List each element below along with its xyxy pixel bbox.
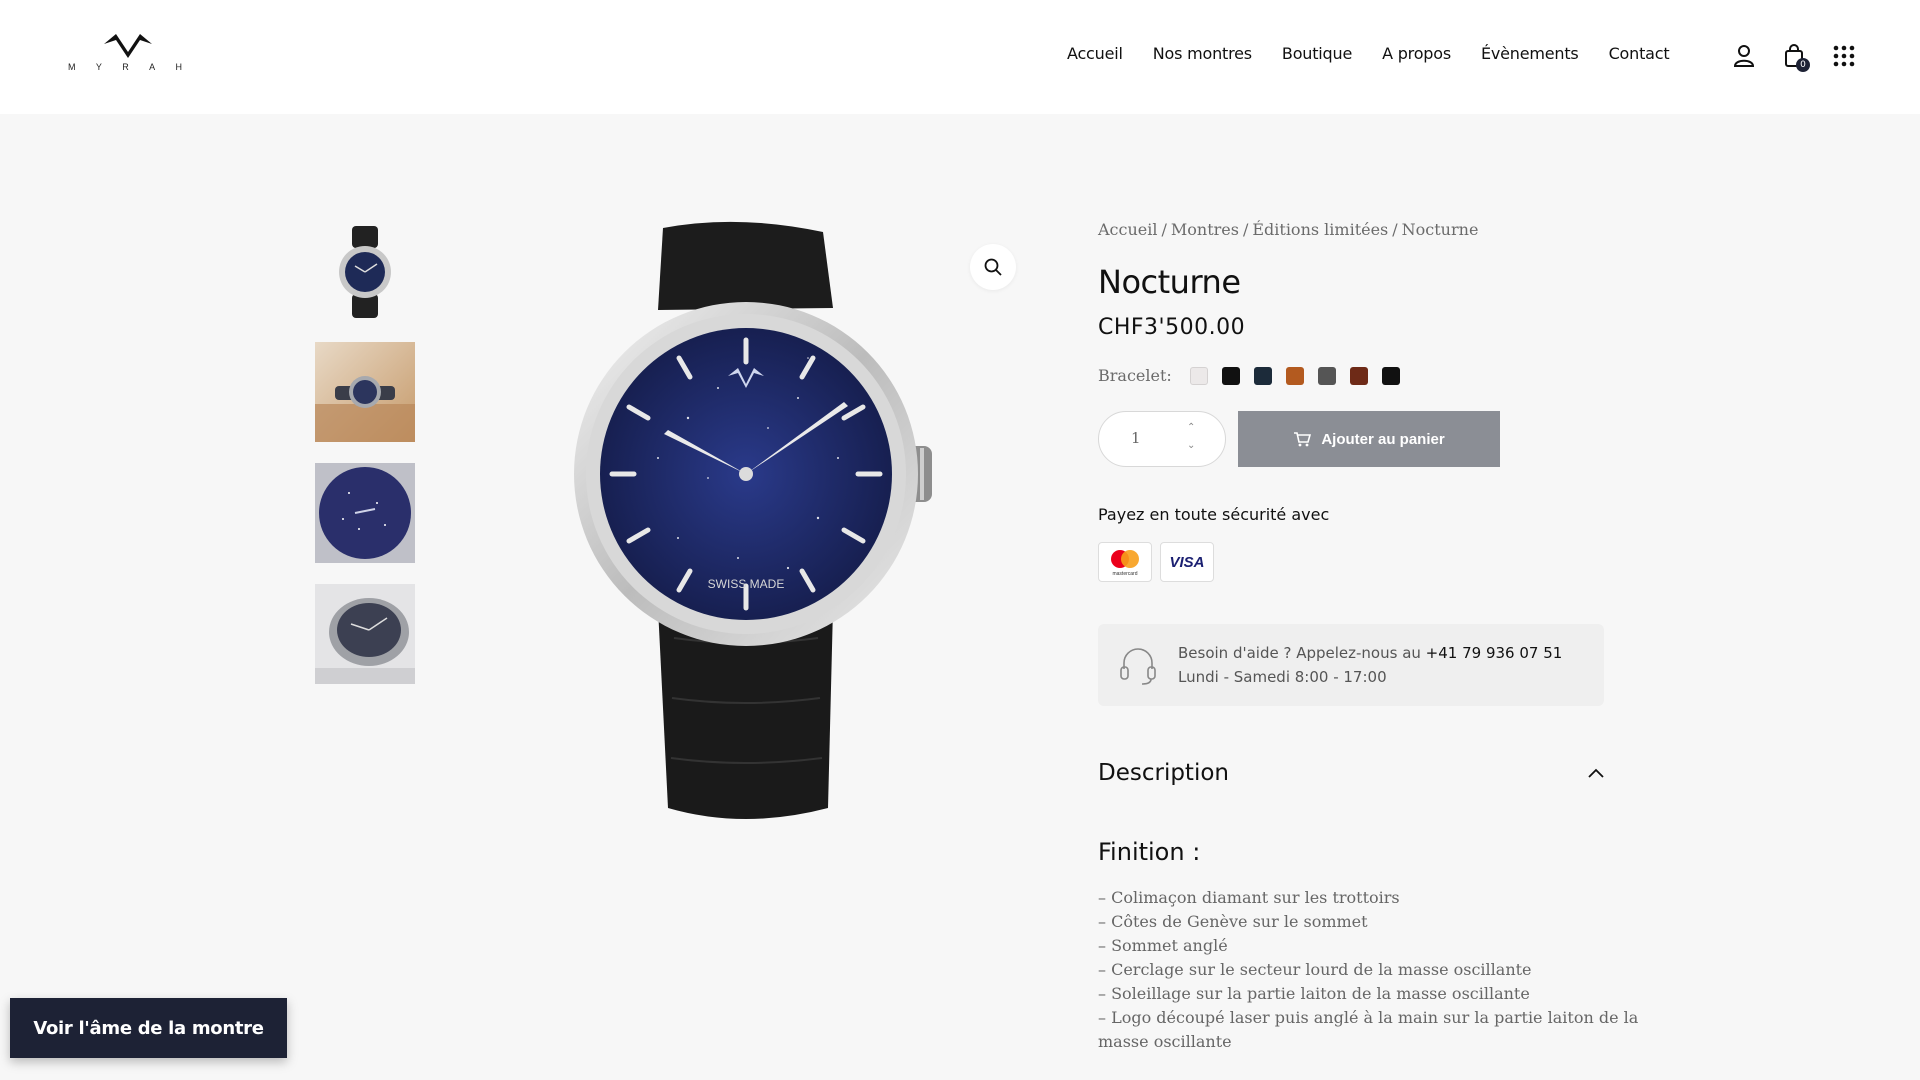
search-icon (984, 258, 1002, 276)
nav-a-propos[interactable]: A propos (1382, 44, 1451, 63)
quantity-value[interactable]: 1 (1131, 429, 1141, 447)
list-item: – Soleillage sur la partie laiton de la … (1098, 984, 1530, 1003)
help-hours: Lundi - Samedi 8:00 - 17:00 (1178, 668, 1387, 686)
cart-icon[interactable]: 0 (1780, 42, 1810, 72)
secure-payment-text: Payez en toute sécurité avec (1098, 505, 1330, 524)
breadcrumb-montres[interactable]: Montres (1171, 220, 1239, 239)
svg-text:mastercard: mastercard (1112, 571, 1137, 577)
swatch-option[interactable] (1189, 366, 1208, 385)
list-item: – Logo découpé laser puis anglé à la mai… (1098, 1008, 1639, 1027)
product-main-image[interactable]: SWISS MADE (488, 218, 1018, 838)
cart-count-badge: 0 (1796, 58, 1810, 72)
apps-grid-icon[interactable] (1830, 42, 1858, 70)
product-summary: Accueil / Montres / Éditions limitées / Noctur… (1098, 220, 1639, 1054)
swatch-option[interactable] (1285, 366, 1304, 385)
dial-swiss-made: SWISS MADE (708, 577, 785, 591)
swatch-label: Bracelet: (1098, 366, 1172, 385)
list-item: – Sommet anglé (1098, 936, 1228, 955)
breadcrumb: Accueil / Montres / Éditions limitées / Noctur… (1098, 220, 1479, 239)
help-box: Besoin d'aide ? Appelez-nous au +41 79 9… (1098, 624, 1604, 706)
headset-icon (1120, 648, 1156, 685)
list-item: masse oscillante (1098, 1032, 1232, 1051)
finition-heading: Finition : (1098, 838, 1201, 866)
thumbnail-watch-lifestyle[interactable] (315, 342, 415, 442)
logo-wordmark: MYRAH (68, 62, 184, 72)
nav-accueil[interactable]: Accueil (1067, 44, 1123, 63)
nav-boutique[interactable]: Boutique (1282, 44, 1352, 63)
add-to-cart-button[interactable]: Ajouter au panier (1238, 411, 1500, 467)
chevron-down-icon[interactable]: ⌄ (1187, 440, 1195, 452)
nav-contact[interactable]: Contact (1609, 44, 1670, 63)
bracelet-swatches: Bracelet: (1098, 366, 1604, 385)
visa-logo: VISA (1160, 542, 1214, 582)
nav-nos-montres[interactable]: Nos montres (1153, 44, 1252, 63)
zoom-button[interactable] (970, 244, 1016, 290)
mastercard-logo: mastercard (1098, 542, 1152, 582)
description-title: Description (1098, 760, 1229, 786)
help-line1: Besoin d'aide ? Appelez-nous au (1178, 644, 1426, 662)
nav-evenements[interactable]: Évènements (1481, 44, 1579, 63)
watch-soul-button[interactable]: Voir l'âme de la montre (10, 998, 287, 1058)
thumbnail-watch-front[interactable] (315, 222, 415, 322)
quantity-stepper[interactable]: 1 ⌃ ⌄ (1098, 411, 1226, 467)
breadcrumb-current: Nocturne (1401, 220, 1479, 239)
description-toggle[interactable]: Description (1098, 760, 1604, 786)
breadcrumb-accueil[interactable]: Accueil (1098, 220, 1157, 239)
help-phone[interactable]: +41 79 936 07 51 (1426, 644, 1563, 662)
account-icon[interactable] (1730, 42, 1758, 70)
list-item: – Cerclage sur le secteur lourd de la ma… (1098, 960, 1532, 979)
chevron-up-icon[interactable]: ⌃ (1187, 422, 1195, 434)
swatch-option[interactable] (1221, 366, 1240, 385)
site-header: MYRAH Accueil Nos montres Boutique A pro… (0, 0, 1920, 114)
thumbnail-watch-angle[interactable] (315, 584, 415, 684)
main-nav: Accueil Nos montres Boutique A propos Év… (1067, 44, 1670, 63)
breadcrumb-editions[interactable]: Éditions limitées (1252, 220, 1388, 239)
feature-list: – Colimaçon diamant sur les trottoirs – … (1098, 886, 1639, 1054)
swatch-option[interactable] (1317, 366, 1336, 385)
swatch-option[interactable] (1349, 366, 1368, 385)
add-to-cart-label: Ajouter au panier (1321, 430, 1445, 448)
logo-mark-icon (104, 34, 152, 58)
swatch-option[interactable] (1381, 366, 1400, 385)
product-price: CHF3'500.00 (1098, 315, 1246, 340)
list-item: – Colimaçon diamant sur les trottoirs (1098, 888, 1400, 907)
chevron-up-icon[interactable] (1588, 768, 1604, 778)
swatch-option[interactable] (1253, 366, 1272, 385)
product-title: Nocturne (1098, 263, 1241, 301)
list-item: – Côtes de Genève sur le sommet (1098, 912, 1368, 931)
thumbnail-dial-closeup[interactable] (315, 463, 415, 563)
brand-logo[interactable]: MYRAH (68, 30, 188, 84)
cart-icon (1294, 432, 1312, 447)
